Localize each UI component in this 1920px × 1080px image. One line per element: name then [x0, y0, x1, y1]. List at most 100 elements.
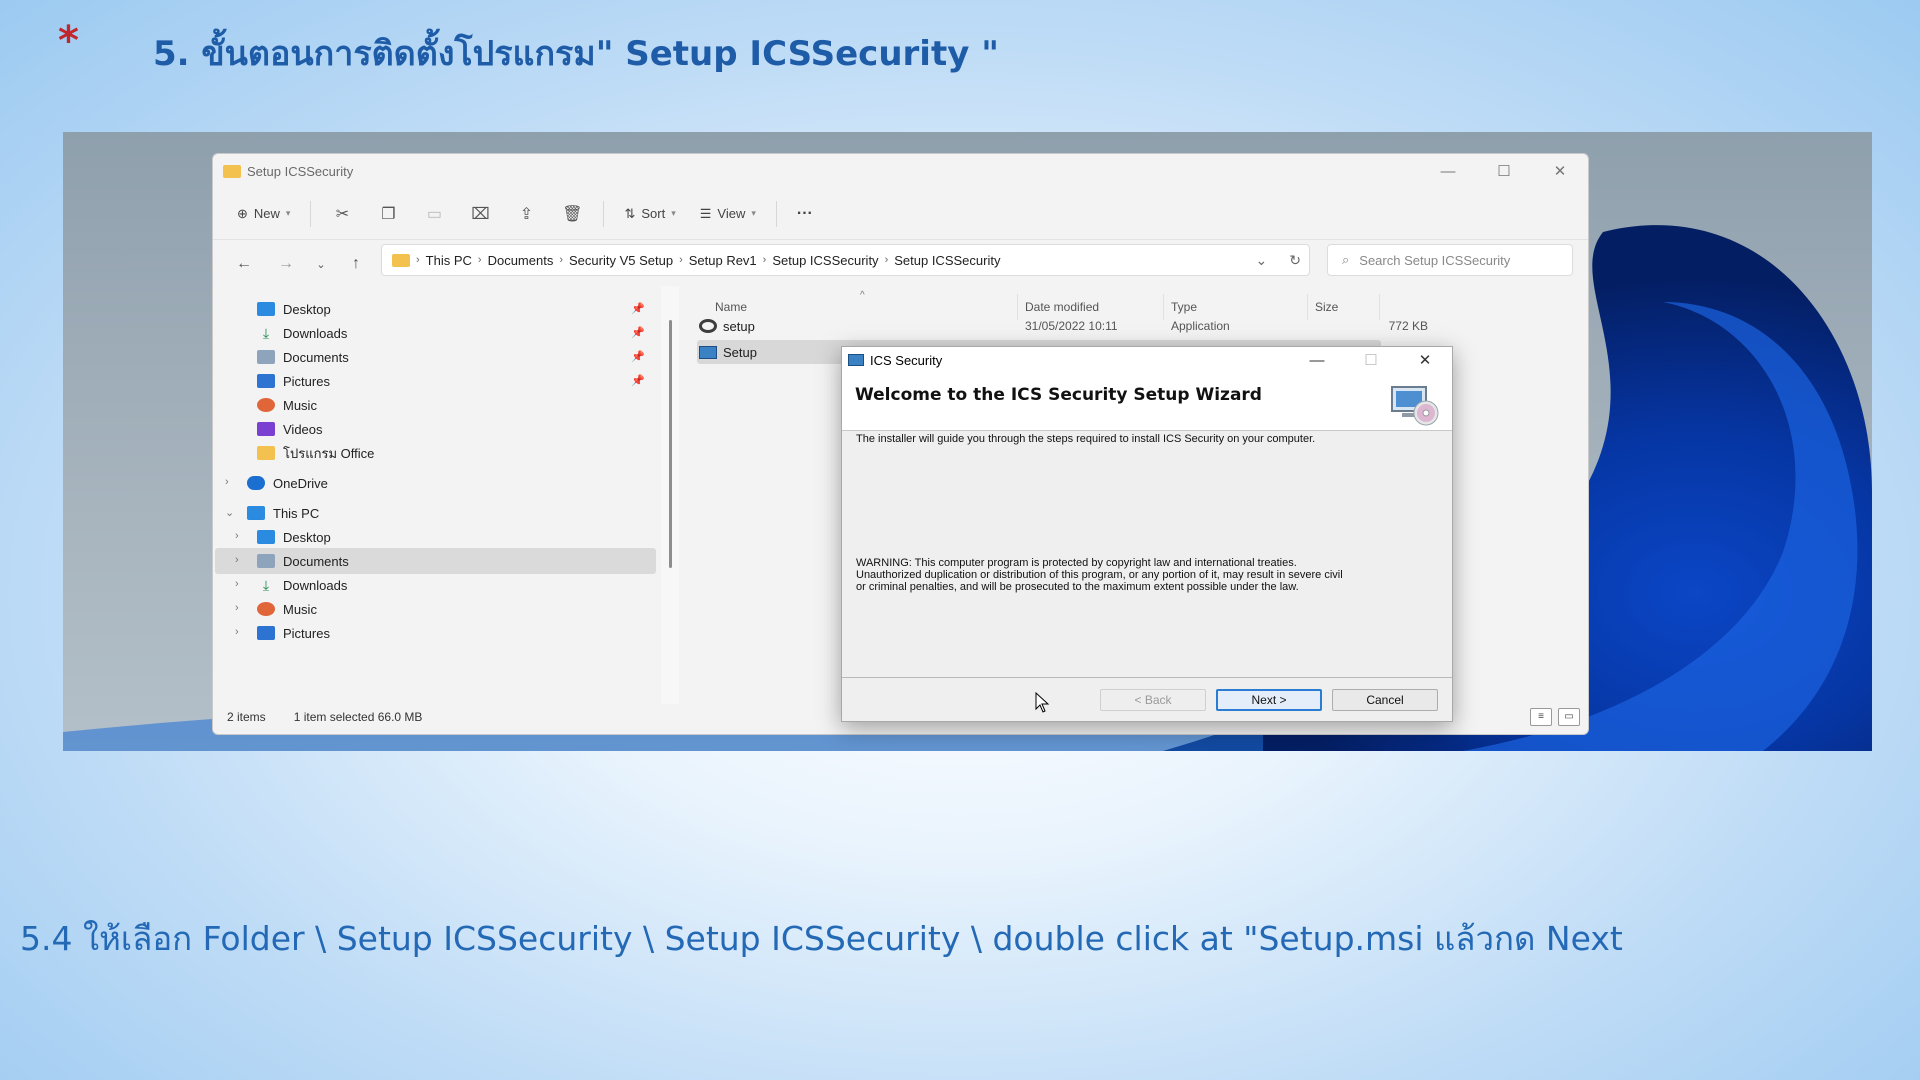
cut-button[interactable]: ✂ — [321, 197, 363, 231]
videos-icon — [257, 422, 275, 436]
sidebar-item-label: Downloads — [283, 325, 348, 341]
sidebar-item-videos[interactable]: Videos — [257, 416, 323, 442]
column-divider[interactable] — [1017, 294, 1018, 320]
installer-icon — [699, 319, 717, 333]
sort-label: Sort — [641, 206, 666, 221]
item-count: 2 items — [227, 710, 266, 724]
address-bar[interactable]: › This PC › Documents › Security V5 Setu… — [381, 244, 1310, 276]
share-button[interactable]: ⇪ — [505, 197, 547, 231]
cancel-button[interactable]: Cancel — [1332, 689, 1438, 711]
breadcrumb-item[interactable]: Security V5 Setup — [569, 253, 673, 268]
chevron-right-icon[interactable]: › — [235, 626, 239, 638]
sidebar-item-pc-desktop[interactable]: Desktop — [257, 524, 331, 550]
sidebar-item-pc-music[interactable]: Music — [257, 596, 317, 622]
minimize-button[interactable]: — — [1290, 347, 1344, 373]
rename-icon: ⌧ — [471, 205, 490, 223]
column-divider[interactable] — [1307, 294, 1308, 320]
sidebar-item-pc-documents[interactable]: Documents — [257, 548, 349, 574]
toolbar-divider — [775, 200, 777, 227]
delete-button[interactable]: 🗑 — [551, 197, 593, 231]
slide-caption: 5.4 ให้เลือก Folder \ Setup ICSSecurity … — [20, 919, 1623, 958]
command-bar: ⊕ New ▾ ✂ ❐ ▭ ⌧ ⇪ 🗑 ⇅ Sort ▾ ☰ View ▾ ··… — [213, 188, 1588, 240]
column-header-date[interactable]: Date modified — [1025, 300, 1099, 314]
view-icon: ☰ — [699, 205, 712, 221]
chevron-right-icon[interactable]: › — [235, 554, 239, 566]
maximize-button[interactable]: ☐ — [1476, 154, 1532, 188]
breadcrumb-item[interactable]: Setup Rev1 — [689, 253, 757, 268]
arrow-up-icon: ↑ — [352, 255, 360, 272]
chevron-down-icon: ⌄ — [316, 258, 326, 271]
scrollbar-thumb[interactable] — [669, 320, 672, 568]
new-label: New — [253, 206, 280, 221]
column-header-size[interactable]: Size — [1315, 300, 1338, 314]
breadcrumb-item[interactable]: Documents — [488, 253, 554, 268]
chevron-right-icon[interactable]: › — [235, 602, 239, 614]
sidebar-item-label: Documents — [283, 553, 349, 569]
file-row-selected[interactable]: Setup — [699, 340, 757, 364]
paste-button[interactable]: ▭ — [413, 197, 455, 231]
sidebar-item-label: Music — [283, 397, 317, 413]
search-box[interactable]: ⌕ Search Setup ICSSecurity — [1327, 244, 1573, 276]
sidebar-item-desktop[interactable]: Desktop — [257, 296, 331, 322]
explorer-window-controls: — ☐ ✕ — [1420, 154, 1588, 188]
column-divider[interactable] — [1379, 294, 1380, 320]
sidebar-item-downloads[interactable]: ⤓ Downloads — [257, 320, 347, 346]
breadcrumb-item[interactable]: This PC — [426, 253, 472, 268]
sidebar-scrollbar[interactable] — [661, 286, 679, 704]
column-header-type[interactable]: Type — [1171, 300, 1197, 314]
back-button[interactable]: ← — [225, 249, 263, 279]
search-icon: ⌕ — [1342, 252, 1350, 267]
sidebar-item-documents[interactable]: Documents — [257, 344, 349, 370]
sidebar-item-office-programs[interactable]: โปรแกรม Office — [257, 440, 374, 466]
chevron-right-icon[interactable]: › — [235, 578, 239, 590]
computer-cd-icon — [1391, 386, 1439, 426]
breadcrumb-item[interactable]: Setup ICSSecurity — [772, 253, 878, 268]
mouse-cursor-icon — [1035, 692, 1050, 713]
view-switcher: ≡ ▭ — [1530, 708, 1580, 726]
more-options-button[interactable]: ··· — [787, 197, 823, 231]
warning-line: or criminal penalties, and will be prose… — [856, 581, 1299, 593]
chevron-down-icon[interactable]: ⌄ — [225, 506, 234, 519]
sidebar-item-label: Downloads — [283, 577, 348, 593]
explorer-titlebar: Setup ICSSecurity — [213, 154, 1588, 188]
scissors-icon: ✂ — [335, 205, 350, 223]
file-name: Setup — [723, 344, 757, 360]
sidebar-item-pictures[interactable]: Pictures — [257, 368, 330, 394]
installer-app-icon — [848, 354, 864, 366]
chevron-right-icon[interactable]: › — [225, 476, 229, 488]
sort-button[interactable]: ⇅ Sort ▾ — [614, 197, 685, 231]
sidebar-item-pc-pictures[interactable]: Pictures — [257, 620, 330, 646]
sidebar-item-this-pc[interactable]: This PC — [247, 500, 319, 526]
column-header-name[interactable]: Name — [715, 300, 747, 314]
breadcrumb-separator: › — [477, 254, 482, 266]
recent-locations-button[interactable]: ⌄ — [309, 249, 333, 279]
view-button[interactable]: ☰ View ▾ — [690, 197, 766, 231]
tiles-view-icon[interactable]: ▭ — [1558, 708, 1580, 726]
chevron-right-icon[interactable]: › — [235, 530, 239, 542]
refresh-icon[interactable]: ↻ — [1289, 252, 1301, 269]
minimize-button[interactable]: — — [1420, 154, 1476, 188]
sidebar-item-pc-downloads[interactable]: ⤓ Downloads — [257, 572, 347, 598]
sidebar-item-onedrive[interactable]: OneDrive — [247, 470, 328, 496]
copy-button[interactable]: ❐ — [367, 197, 409, 231]
sidebar-item-music[interactable]: Music — [257, 392, 317, 418]
bullet-star: * — [58, 18, 79, 64]
next-button[interactable]: Next > — [1216, 689, 1322, 711]
column-divider[interactable] — [1163, 294, 1164, 320]
arrow-left-icon: ← — [236, 255, 252, 272]
back-button[interactable]: < Back — [1100, 689, 1206, 711]
pictures-icon — [257, 374, 275, 388]
forward-button[interactable]: → — [267, 249, 305, 279]
close-button[interactable]: ✕ — [1398, 347, 1452, 373]
chevron-down-icon[interactable]: ⌄ — [1256, 252, 1268, 269]
details-view-icon[interactable]: ≡ — [1530, 708, 1552, 726]
copy-icon: ❐ — [381, 205, 396, 223]
sidebar-item-label: Desktop — [283, 301, 331, 317]
slide-title: 5. ขั้นตอนการติดตั้งโปรแกรม" Setup ICSSe… — [153, 34, 999, 74]
file-row[interactable]: setup — [699, 314, 755, 338]
new-button[interactable]: ⊕ New ▾ — [227, 197, 300, 231]
close-button[interactable]: ✕ — [1532, 154, 1588, 188]
breadcrumb-item[interactable]: Setup ICSSecurity — [894, 253, 1000, 268]
rename-button[interactable]: ⌧ — [459, 197, 501, 231]
up-button[interactable]: ↑ — [337, 249, 375, 279]
